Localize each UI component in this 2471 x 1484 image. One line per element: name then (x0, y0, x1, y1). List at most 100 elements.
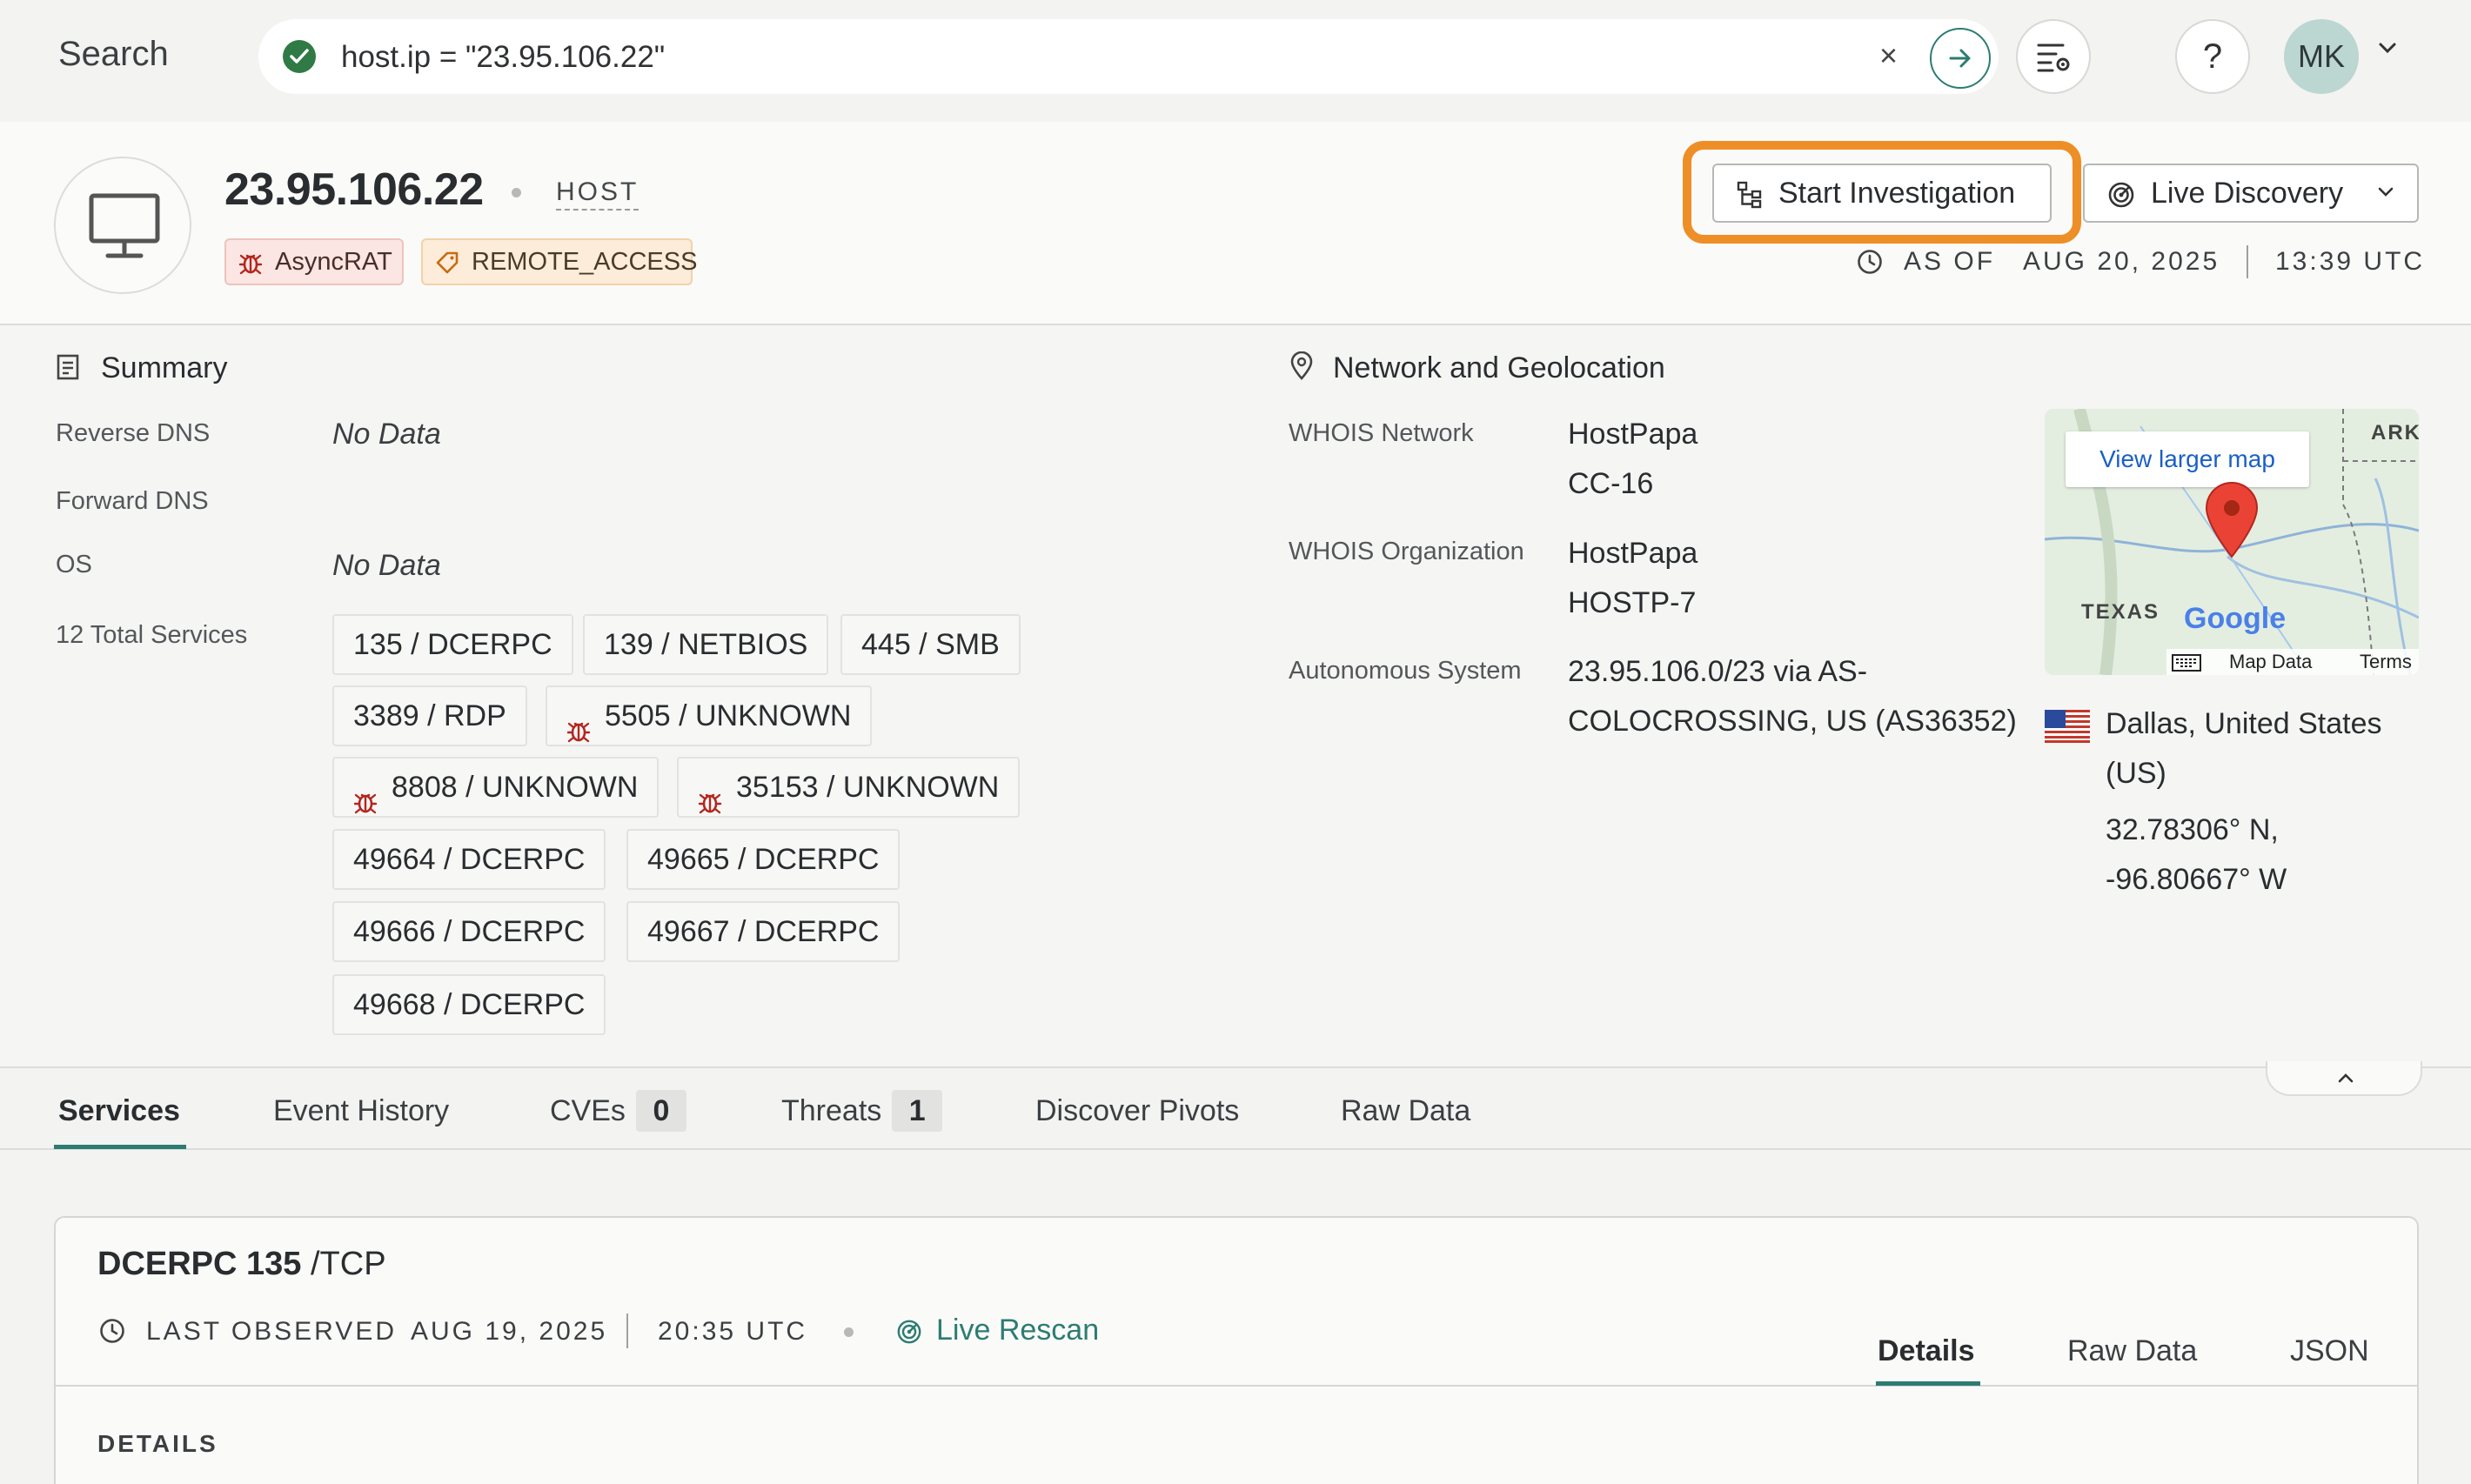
service-chip[interactable]: 3389 / RDP (332, 685, 527, 746)
search-query[interactable]: host.ip = "23.95.106.22" (341, 40, 665, 75)
service-chip[interactable]: 445 / SMB (840, 614, 1021, 675)
us-flag-icon (2045, 710, 2090, 743)
location-text: Dallas, United States (US) (2106, 699, 2419, 799)
query-settings-button[interactable] (2016, 19, 2091, 94)
divider (626, 1314, 628, 1348)
avatar[interactable]: MK (2284, 19, 2359, 94)
bug-icon (698, 776, 722, 833)
map-terms-link[interactable]: Terms (2360, 649, 2412, 675)
host-avatar (54, 157, 191, 294)
collapse-panel-button[interactable] (2266, 1061, 2422, 1096)
latitude: 32.78306° N, (2106, 813, 2279, 846)
service-chip[interactable]: 139 / NETBIOS (583, 614, 829, 675)
service-chip[interactable]: 35153 / UNKNOWN (677, 757, 1021, 818)
service-card-title: DCERPC 135 /TCP (97, 1246, 386, 1283)
service-card (54, 1216, 2419, 1484)
as-line: 23.95.106.0/23 via AS- (1568, 655, 1868, 688)
whois-network-line: HostPapa (1568, 418, 1698, 451)
service-chip[interactable]: 49665 / DCERPC (626, 829, 901, 890)
search-submit-button[interactable] (1930, 28, 1991, 89)
host-header (0, 122, 2471, 325)
tab-label: CVEs (550, 1094, 626, 1127)
whois-org-label: WHOIS Organization (1289, 538, 1524, 565)
service-transport: /TCP (301, 1246, 386, 1282)
tab-discover-pivots[interactable]: Discover Pivots (1035, 1094, 1239, 1128)
arrow-right-icon (1949, 49, 1971, 68)
separator-dot (844, 1327, 854, 1337)
monitor-icon (89, 193, 160, 258)
live-rescan-link[interactable]: Live Rescan (936, 1314, 1099, 1347)
service-chip[interactable]: 5505 / UNKNOWN (546, 685, 873, 746)
as-label: Autonomous System (1289, 657, 1522, 685)
bug-icon (238, 254, 263, 275)
live-discovery-label: Live Discovery (2151, 177, 2344, 210)
tab-threats[interactable]: Threats 1 (781, 1090, 943, 1132)
os-label: OS (56, 551, 92, 578)
as-of-time: 13:39 UTC (2275, 247, 2426, 276)
divider (2247, 245, 2248, 278)
service-chip[interactable]: 8808 / UNKNOWN (332, 757, 660, 818)
card-tab-raw-data[interactable]: Raw Data (2067, 1334, 2197, 1368)
help-button[interactable]: ? (2175, 19, 2250, 94)
radar-icon (897, 1320, 921, 1344)
map-label-texas: TEXAS (2081, 600, 2160, 624)
location-map[interactable]: View larger map ARK TEXAS Google Map Dat… (2045, 409, 2419, 675)
location-line: (US) (2106, 757, 2166, 790)
cve-count-badge: 0 (635, 1090, 686, 1132)
host-ip-title: 23.95.106.22 (224, 164, 484, 215)
network-title: Network and Geolocation (1333, 351, 1665, 384)
tag-asyncrat[interactable]: AsyncRAT (224, 238, 404, 285)
live-discovery-button[interactable]: Live Discovery (2083, 164, 2419, 223)
clock-icon (100, 1319, 124, 1343)
service-chip[interactable]: 49664 / DCERPC (332, 829, 606, 890)
active-card-tab-indicator (1876, 1381, 1980, 1386)
reverse-dns-label: Reverse DNS (56, 419, 211, 447)
service-chip[interactable]: 135 / DCERPC (332, 614, 573, 675)
card-tab-details[interactable]: Details (1878, 1334, 1975, 1368)
whois-network-line: CC-16 (1568, 467, 1654, 500)
threat-count-badge: 1 (892, 1090, 943, 1132)
service-chip[interactable]: 49666 / DCERPC (332, 901, 606, 962)
last-observed-time: 20:35 UTC (658, 1317, 808, 1346)
tab-services[interactable]: Services (58, 1094, 180, 1128)
whois-org-line: HOSTP-7 (1568, 586, 1697, 619)
map-marker-icon (2205, 482, 2259, 558)
map-footer: Map Data Terms (2166, 649, 2419, 675)
details-heading: DETAILS (97, 1430, 218, 1457)
host-type-label[interactable]: HOST (556, 177, 640, 211)
start-investigation-label: Start Investigation (1778, 177, 2016, 210)
location-pin-icon (1290, 351, 1313, 380)
chevron-down-icon[interactable] (2378, 42, 2397, 54)
longitude: -96.80667° W (2106, 863, 2287, 896)
keyboard-icon[interactable] (2172, 654, 2201, 672)
as-of-label: AS OF (1904, 247, 1996, 276)
tag-label: AsyncRAT (275, 248, 392, 276)
whois-network-label: WHOIS Network (1289, 419, 1474, 447)
service-chip[interactable]: 49668 / DCERPC (332, 974, 606, 1035)
map-label-ark: ARK (2371, 421, 2419, 445)
chevron-down-icon (2378, 187, 2394, 197)
os-value: No Data (332, 549, 441, 582)
active-tab-indicator (54, 1145, 186, 1149)
whois-network-value: HostPapa CC-16 (1568, 410, 1698, 509)
as-value: 23.95.106.0/23 via AS- COLOCROSSING, US … (1568, 647, 2017, 746)
last-observed-date: AUG 19, 2025 (411, 1317, 608, 1346)
tag-remote-access[interactable]: REMOTE_ACCESS (421, 238, 697, 285)
tab-raw-data[interactable]: Raw Data (1341, 1094, 1470, 1128)
whois-org-value: HostPapa HOSTP-7 (1568, 529, 1698, 628)
tab-event-history[interactable]: Event History (273, 1094, 449, 1128)
service-chip[interactable]: 49667 / DCERPC (626, 901, 901, 962)
as-of-date: AUG 20, 2025 (2023, 247, 2220, 276)
tab-cves[interactable]: CVEs 0 (550, 1090, 686, 1132)
forward-dns-label: Forward DNS (56, 487, 209, 515)
start-investigation-button[interactable]: Start Investigation (1712, 164, 2052, 223)
filter-settings-icon (2037, 43, 2070, 72)
location-line: Dallas, United States (2106, 707, 2382, 740)
clear-icon[interactable]: × (1879, 37, 1898, 75)
view-larger-map-link[interactable]: View larger map (2066, 431, 2309, 487)
card-tab-json[interactable]: JSON (2290, 1334, 2369, 1368)
service-name: DCERPC 135 (97, 1246, 302, 1282)
separator-dot (512, 188, 521, 197)
as-line: COLOCROSSING, US (AS36352) (1568, 705, 2017, 738)
bug-icon (566, 705, 591, 762)
